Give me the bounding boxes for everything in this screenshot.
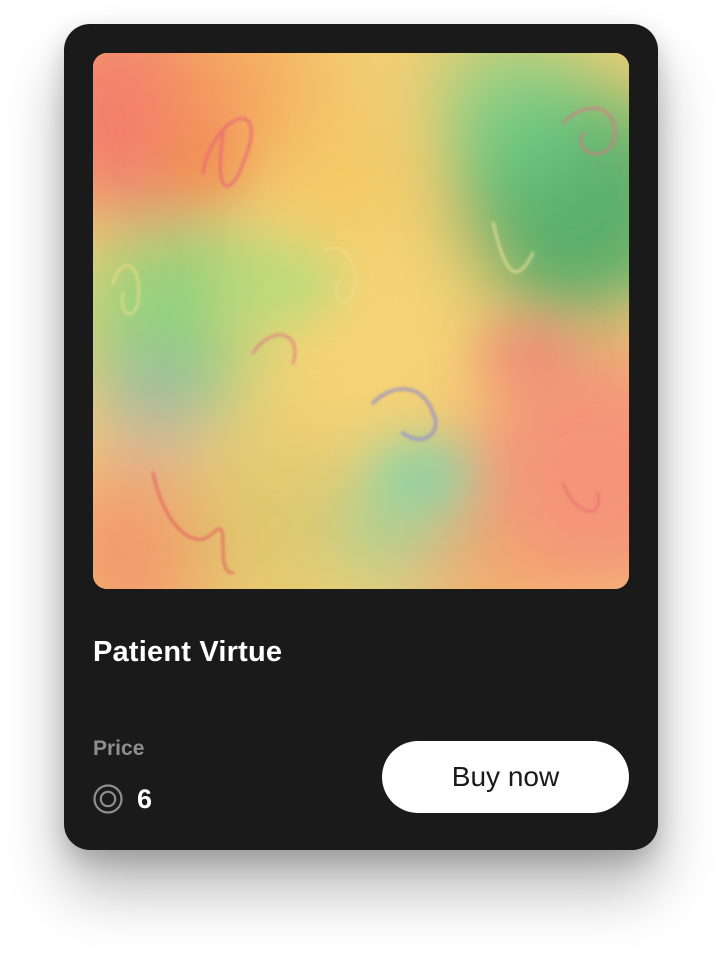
coin-icon [92, 783, 124, 815]
artwork-title: Patient Virtue [93, 636, 283, 668]
artwork-image[interactable] [93, 53, 629, 589]
buy-now-button[interactable]: Buy now [382, 741, 629, 813]
artwork-painting [93, 53, 629, 589]
nft-card: Patient Virtue Price 6 Buy now [64, 24, 658, 850]
price-row: 6 [92, 782, 152, 816]
price-label: Price [93, 737, 145, 760]
price-value: 6 [137, 783, 153, 814]
